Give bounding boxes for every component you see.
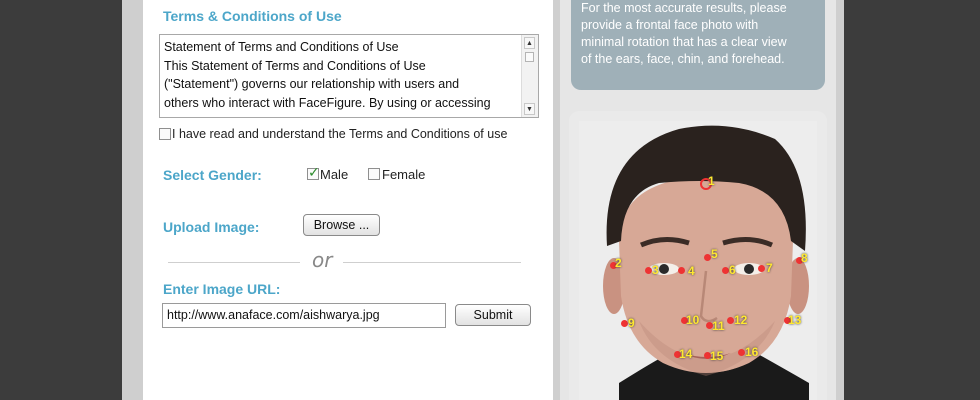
landmark-marker[interactable] [678,267,685,274]
divider-left [168,262,300,263]
female-label: Female [382,167,426,182]
terms-scrollbar[interactable]: ▲ ▼ [521,35,538,117]
submit-button[interactable]: Submit [455,304,531,326]
scroll-down-icon[interactable]: ▼ [524,103,535,115]
landmark-marker[interactable] [621,320,628,327]
landmark-label: 7 [766,261,773,275]
scroll-thumb[interactable] [525,52,534,62]
left-pupil-shape [659,264,669,274]
male-label: Male [320,167,349,182]
landmark-marker[interactable] [727,317,734,324]
terms-heading: Terms & Conditions of Use [163,8,342,24]
info-line: provide a frontal face photo with [581,18,759,32]
landmark-label: 5 [711,247,718,261]
landmark-label: 14 [679,347,693,361]
landmark-marker[interactable] [645,267,652,274]
info-box: For the most accurate results, please pr… [571,0,825,90]
landmark-label: 4 [688,264,695,278]
landmark-marker[interactable] [722,267,729,274]
url-heading: Enter Image URL: [163,281,281,297]
landmark-label: 6 [729,263,736,277]
landmark-label: 3 [652,263,659,277]
scroll-up-icon[interactable]: ▲ [524,37,535,49]
info-line: For the most accurate results, please [581,1,787,15]
info-line: of the ears, face, chin, and forehead. [581,52,785,66]
or-label: or [312,248,333,272]
landmark-label: 13 [788,313,802,327]
browse-button[interactable]: Browse ... [303,214,380,236]
terms-text: Statement of Terms and Conditions of Use… [164,38,514,112]
terms-agree-label: I have read and understand the Terms and… [172,127,508,141]
landmark-marker[interactable] [758,265,765,272]
checkmark-icon: ✓ [308,164,320,180]
landmark-label: 1 [708,174,715,188]
female-checkbox[interactable] [368,168,380,180]
landmark-marker[interactable] [704,254,711,261]
landmark-label: 12 [734,313,748,327]
image-url-input[interactable]: http://www.anaface.com/aishwarya.jpg [162,303,446,328]
terms-line: ("Statement") governs our relationship w… [164,77,460,91]
info-line: minimal rotation that has a clear view [581,35,787,49]
divider-right [343,262,521,263]
terms-textarea[interactable]: Statement of Terms and Conditions of Use… [159,34,539,118]
terms-agree-checkbox[interactable] [159,128,171,140]
male-checkbox[interactable]: ✓ [307,164,320,180]
landmark-label: 11 [712,319,725,333]
upload-heading: Upload Image: [163,219,260,235]
terms-line: others who interact with FaceFigure. By … [164,95,491,110]
landmark-label: 8 [801,251,808,265]
gender-heading: Select Gender: [163,167,262,183]
terms-line: Statement of Terms and Conditions of Use [164,40,399,54]
landmark-label: 2 [615,256,622,270]
terms-line: This Statement of Terms and Conditions o… [164,58,426,73]
landmark-label: 16 [745,345,759,359]
landmark-label: 9 [628,316,635,330]
landmark-label: 15 [710,349,724,363]
right-pupil-shape [744,264,754,274]
landmark-marker[interactable] [738,349,745,356]
info-text: For the most accurate results, please pr… [581,0,817,68]
landmark-label: 10 [686,313,700,327]
